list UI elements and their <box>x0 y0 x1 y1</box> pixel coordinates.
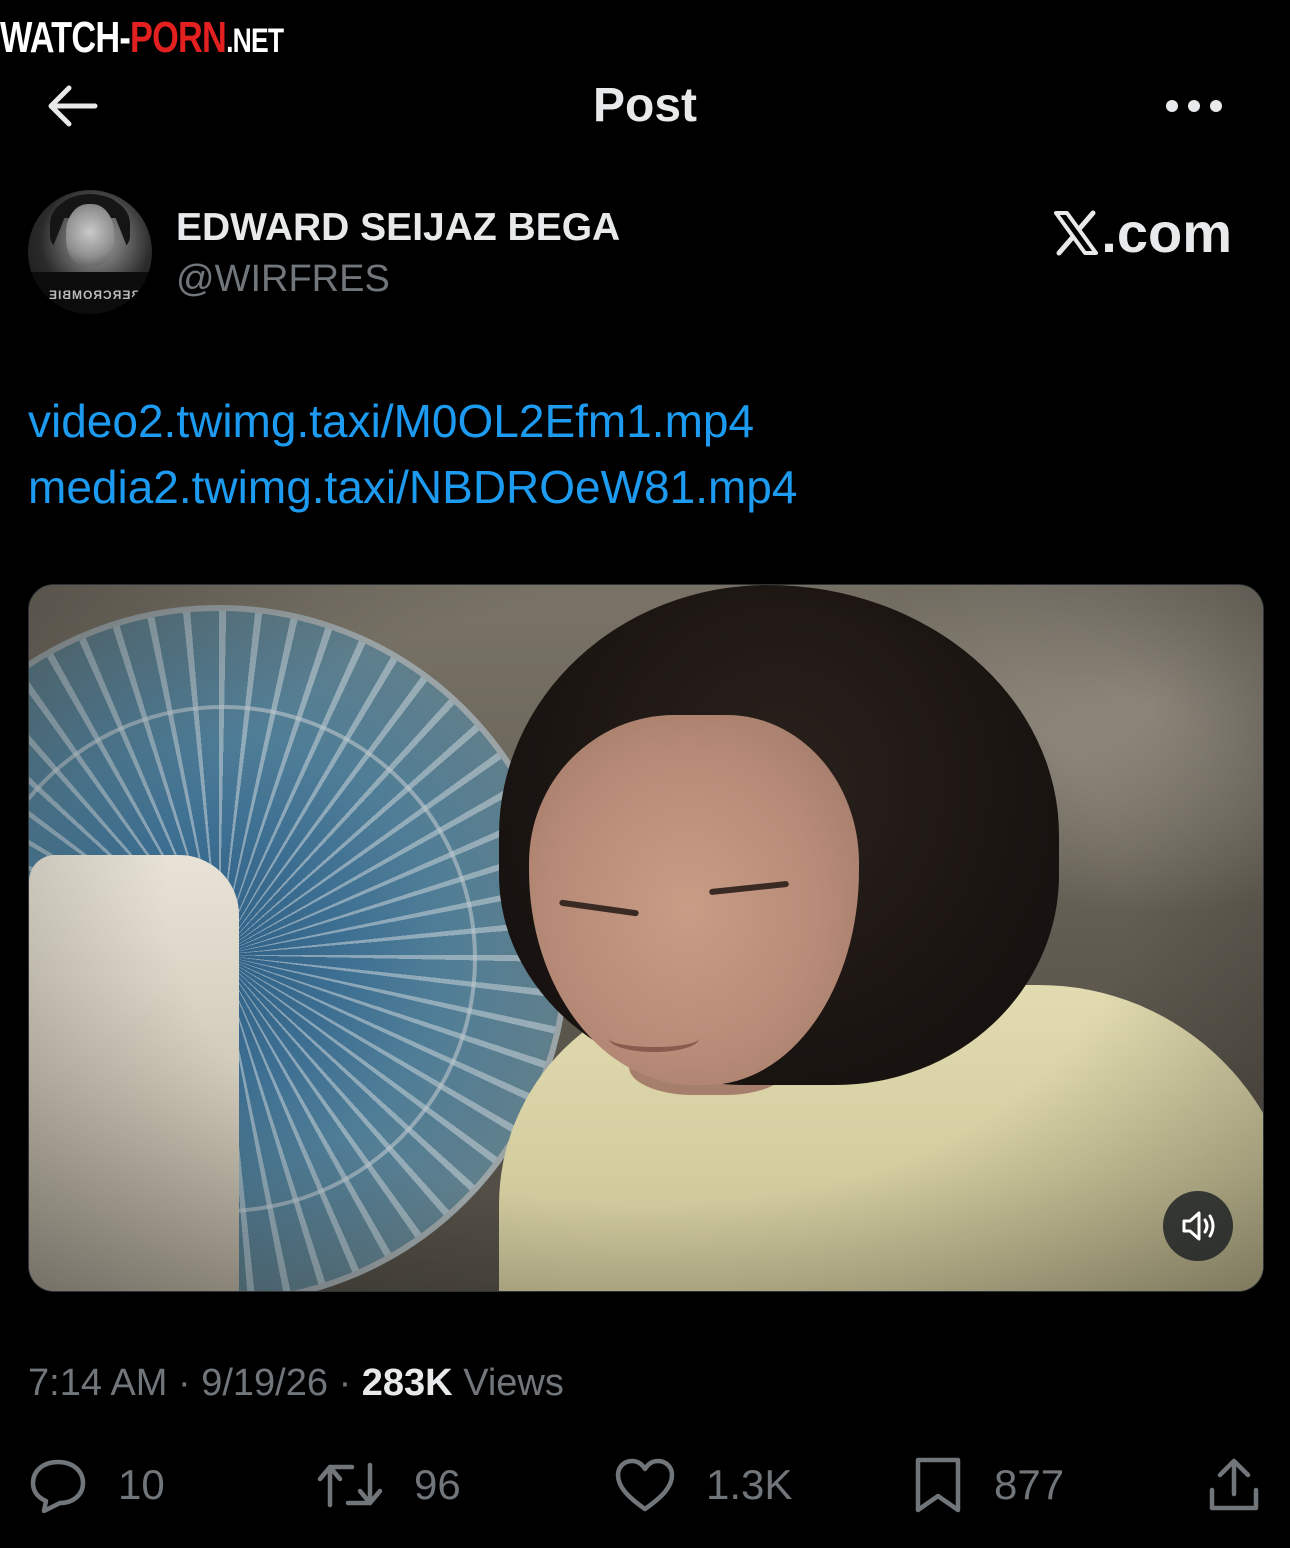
reply-bubble-icon <box>30 1459 86 1513</box>
video-player[interactable] <box>28 584 1264 1292</box>
views-label: Views <box>463 1362 564 1404</box>
post-author: ABERCROMBIE EDWARD SEIJAZ BEGA @WIRFRES … <box>28 190 1262 320</box>
author-handle[interactable]: @WIRFRES <box>176 258 390 301</box>
like-button[interactable]: 1.3K <box>614 1450 792 1520</box>
x-com-label: .com <box>1053 200 1232 265</box>
watermark-part-2: PORN <box>130 13 227 62</box>
avatar[interactable]: ABERCROMBIE <box>28 190 152 314</box>
watermark-part-1: WATCH- <box>0 13 131 62</box>
action-bar: 10 96 1.3K 877 <box>28 1450 1262 1520</box>
repost-count: 96 <box>414 1461 461 1508</box>
share-icon <box>1209 1458 1259 1511</box>
x-com-text: .com <box>1101 201 1232 264</box>
post-date[interactable]: 9/19/26 <box>201 1362 328 1404</box>
heart-icon <box>615 1458 675 1512</box>
post-time[interactable]: 7:14 AM <box>28 1362 167 1404</box>
share-button[interactable] <box>1206 1450 1262 1520</box>
like-count: 1.3K <box>706 1461 793 1508</box>
bookmark-count: 877 <box>994 1461 1065 1508</box>
reply-count: 10 <box>118 1461 165 1508</box>
reply-button[interactable]: 10 <box>28 1450 165 1520</box>
watermark-logo: WATCH-PORN.NET <box>0 12 284 67</box>
video-vignette <box>29 585 1263 1291</box>
meta-separator: · <box>338 1362 352 1404</box>
bookmark-icon <box>915 1457 961 1513</box>
post-text: video2.twimg.taxi/M0OL2Efm1.mp4 media2.t… <box>28 388 1262 520</box>
bookmark-button[interactable]: 877 <box>912 1450 1064 1520</box>
avatar-shirt-text: ABERCROMBIE <box>48 288 150 302</box>
x-logo-icon <box>1054 210 1099 255</box>
more-horizontal-icon <box>1166 100 1222 112</box>
post-link-2[interactable]: media2.twimg.taxi/NBDROeW81.mp4 <box>28 454 1262 520</box>
repost-icon <box>317 1462 383 1508</box>
meta-separator: · <box>177 1362 191 1404</box>
top-navigation-bar: Post <box>0 70 1290 140</box>
page-title: Post <box>592 79 697 132</box>
watermark-part-3: .NET <box>226 22 284 60</box>
post-metadata: 7:14 AM · 9/19/26 · 283K Views <box>28 1362 564 1405</box>
views-count: 283K <box>361 1362 453 1404</box>
volume-toggle-button[interactable] <box>1163 1191 1233 1261</box>
post-link-1[interactable]: video2.twimg.taxi/M0OL2Efm1.mp4 <box>28 388 1262 454</box>
avatar-face <box>66 204 114 266</box>
repost-button[interactable]: 96 <box>316 1450 461 1520</box>
author-display-name[interactable]: EDWARD SEIJAZ BEGA <box>176 206 620 250</box>
speaker-muted-icon <box>1182 1211 1215 1241</box>
more-options-button[interactable] <box>1154 78 1234 134</box>
